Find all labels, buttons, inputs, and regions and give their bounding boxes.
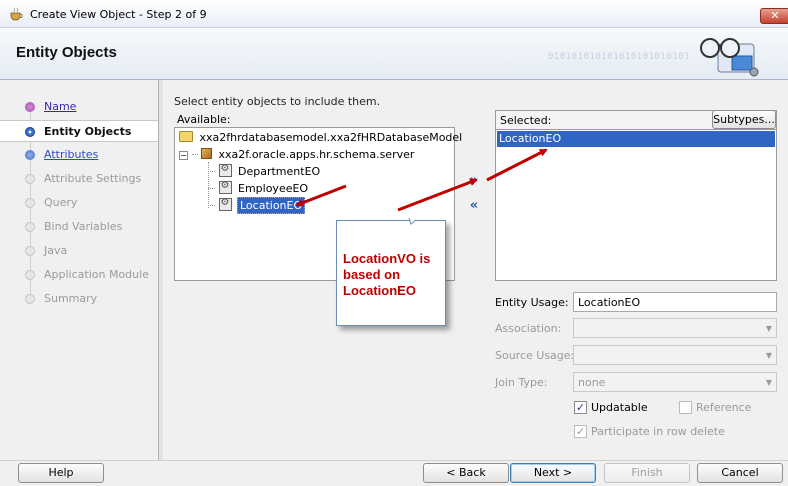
nav-step-name[interactable]: Name [0, 96, 158, 118]
shuttle-right-icon: » [469, 173, 479, 188]
close-button[interactable]: ✕ [760, 8, 788, 24]
wizard-header: Entity Objects 010101010101010101010101 [0, 28, 788, 80]
next-button[interactable]: Next > [510, 463, 596, 483]
nav-step-label: Entity Objects [44, 125, 132, 138]
finish-button[interactable]: Finish [604, 463, 690, 483]
nav-step-entity-objects[interactable]: Entity Objects [0, 120, 158, 142]
selected-label: Selected: [500, 114, 552, 127]
step-disabled-icon [25, 270, 35, 280]
updatable-label: Updatable [591, 401, 648, 414]
nav-step-label: Application Module [44, 268, 149, 281]
step-current-icon [25, 127, 35, 137]
binary-decoration: 010101010101010101010101 [548, 52, 691, 62]
back-button[interactable]: < Back [423, 463, 509, 483]
participate-in-row-delete-checkbox[interactable]: ✓ [574, 425, 587, 438]
nav-step-label: Bind Variables [44, 220, 123, 233]
reference-label: Reference [696, 401, 752, 414]
close-icon: ✕ [770, 9, 780, 22]
association-label: Association: [495, 322, 562, 335]
window-title-bar: Create View Object - Step 2 of 9 ✕ [0, 0, 788, 28]
tree-node-application[interactable]: xxa2fhrdatabasemodel.xxa2fHRDatabaseMode… [179, 131, 462, 147]
remove-selected-button[interactable]: « [467, 198, 481, 214]
step-disabled-icon [25, 246, 35, 256]
available-label: Available: [177, 113, 231, 126]
tree-node-locationeo[interactable]: LocationEO [208, 197, 306, 214]
tree-connector [191, 154, 198, 155]
nav-step-bind-variables: Bind Variables [0, 216, 158, 238]
nav-step-attributes[interactable]: Attributes [0, 144, 158, 166]
help-button[interactable]: Help [18, 463, 104, 483]
tree-node-label: xxa2f.oracle.apps.hr.schema.server [218, 148, 415, 161]
selected-list[interactable]: LocationEO [495, 129, 777, 281]
nav-step-application-module: Application Module [0, 264, 158, 286]
association-dropdown[interactable]: ▼ [573, 318, 777, 338]
annotation-callout: LocationVO is based on LocationEO [336, 220, 446, 326]
folder-icon [179, 131, 193, 142]
tree-connector [208, 205, 215, 206]
step-enabled-icon [25, 150, 35, 160]
nav-step-label: Java [44, 244, 68, 257]
entity-usage-field[interactable]: LocationEO [573, 292, 777, 312]
subtypes-button[interactable]: Subtypes... [712, 110, 776, 129]
wizard-glasses-icon [700, 38, 759, 77]
source-usage-label: Source Usage: [495, 349, 575, 362]
entity-object-icon [218, 163, 232, 177]
page-title: Entity Objects [16, 44, 117, 61]
nav-step-query: Query [0, 192, 158, 214]
nav-step-java: Java [0, 240, 158, 262]
reference-checkbox[interactable] [679, 401, 692, 414]
nav-step-label: Name [44, 100, 77, 113]
shuttle-left-icon: « [469, 198, 479, 213]
nav-step-label: Query [44, 196, 78, 209]
add-selected-button[interactable]: » [467, 173, 481, 189]
join-type-value: none [578, 376, 606, 389]
entity-usage-label: Entity Usage: [495, 296, 569, 309]
window-title: Create View Object - Step 2 of 9 [30, 8, 207, 21]
tree-node-label: EmployeeEO [238, 182, 309, 195]
step-disabled-icon [25, 294, 35, 304]
chevron-down-icon: ▼ [765, 324, 772, 333]
panel-splitter[interactable] [158, 80, 163, 460]
source-usage-dropdown[interactable]: ▼ [573, 345, 777, 365]
chevron-down-icon: ▼ [765, 378, 772, 387]
instruction-text: Select entity objects to include them. [174, 95, 381, 108]
entity-object-icon [218, 197, 232, 211]
jdeveloper-cup-icon [10, 7, 23, 21]
updatable-checkbox[interactable]: ✓ [574, 401, 587, 414]
step-disabled-icon [25, 222, 35, 232]
chevron-down-icon: ▼ [765, 351, 772, 360]
tree-node-label-selected: LocationEO [237, 197, 306, 214]
tree-connector [208, 171, 215, 172]
selected-list-item[interactable]: LocationEO [497, 131, 775, 147]
entity-object-icon [218, 180, 232, 194]
nav-step-label: Attribute Settings [44, 172, 142, 185]
collapse-toggle-icon[interactable]: − [179, 151, 188, 160]
nav-step-label: Summary [44, 292, 98, 305]
step-disabled-icon [25, 198, 35, 208]
nav-step-summary: Summary [0, 288, 158, 310]
tree-node-package[interactable]: − xxa2f.oracle.apps.hr.schema.server [179, 148, 414, 164]
cancel-button[interactable]: Cancel [697, 463, 783, 483]
package-icon [201, 148, 212, 159]
tree-node-label: xxa2fhrdatabasemodel.xxa2fHRDatabaseMode… [199, 131, 463, 144]
annotation-text: LocationVO is based on LocationEO [343, 251, 431, 298]
step-disabled-icon [25, 174, 35, 184]
nav-step-label: Attributes [44, 148, 99, 161]
join-type-dropdown[interactable]: none ▼ [573, 372, 777, 392]
step-visited-icon [25, 102, 35, 112]
tree-connector [208, 188, 215, 189]
join-type-label: Join Type: [495, 376, 548, 389]
nav-step-attribute-settings: Attribute Settings [0, 168, 158, 190]
participate-in-row-delete-label: Participate in row delete [591, 425, 725, 438]
tree-node-departmenteo[interactable]: DepartmentEO [208, 163, 321, 180]
tree-node-employeeeo[interactable]: EmployeeEO [208, 180, 309, 197]
tree-node-label: DepartmentEO [238, 165, 321, 178]
